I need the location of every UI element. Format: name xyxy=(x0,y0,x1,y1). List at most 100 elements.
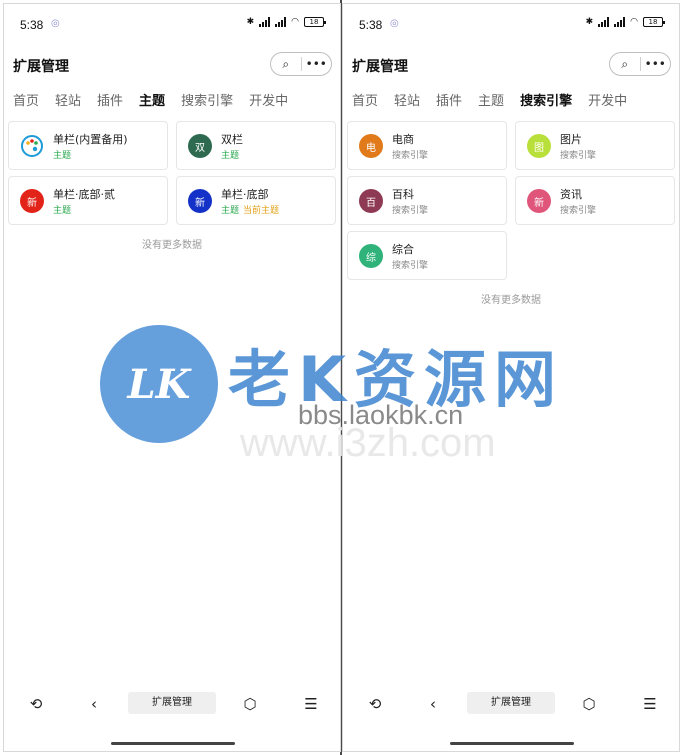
home-icon: ⬡ xyxy=(582,695,596,713)
search-button[interactable]: ⌕ xyxy=(610,53,640,75)
card-subtitle: 主题 xyxy=(53,151,72,161)
tab-in-development[interactable]: 开发中 xyxy=(249,90,288,114)
home-button[interactable]: ⬡ xyxy=(577,693,601,715)
theme-avatar: 新 xyxy=(188,189,212,213)
status-bar: 5:38 ◎ ✱ ◠ 18 xyxy=(4,4,340,44)
home-icon: ⬡ xyxy=(243,695,257,713)
tab-themes[interactable]: 主题 xyxy=(478,90,504,114)
back-button[interactable]: ‹ xyxy=(82,693,106,715)
search-icon: ⌕ xyxy=(282,56,290,71)
card-subtitle: 搜索引擎 xyxy=(560,206,597,216)
tab-home[interactable]: 首页 xyxy=(352,90,378,114)
card-subtitle: 主题 xyxy=(221,151,240,161)
signal-icon xyxy=(614,17,626,27)
phone-screen-search-engines: 5:38 ◎ ✱ ◠ 18 扩展管理 ⌕ ••• 首页 轻站 插件 主题 搜索引… xyxy=(342,3,680,752)
card-subtitle: 搜索引擎 xyxy=(392,261,429,271)
theme-avatar: 新 xyxy=(20,189,44,213)
tab-plugins[interactable]: 插件 xyxy=(436,90,462,114)
no-more-data-text: 没有更多数据 xyxy=(481,295,541,306)
tab-plugins[interactable]: 插件 xyxy=(97,90,123,114)
signal-icon xyxy=(598,17,610,27)
home-button[interactable]: ⬡ xyxy=(238,693,262,715)
engine-avatar: 图 xyxy=(527,134,551,158)
tab-home[interactable]: 首页 xyxy=(13,90,39,114)
phone-screen-themes: 5:38 ◎ ✱ ◠ 18 扩展管理 ⌕ ••• 首页 轻站 插件 主题 搜索引… xyxy=(3,3,341,752)
notification-icon: ◎ xyxy=(390,18,399,29)
back-icon: ‹ xyxy=(91,695,97,713)
card-title: 单栏·底部 xyxy=(221,188,269,201)
signal-icon xyxy=(259,17,271,27)
engine-avatar: 电 xyxy=(359,134,383,158)
search-engine-card[interactable]: 电 电商 搜索引擎 xyxy=(347,121,507,170)
theme-card[interactable]: 双 双栏 主题 xyxy=(176,121,336,170)
search-button[interactable]: ⌕ xyxy=(271,53,301,75)
card-title: 图片 xyxy=(560,133,582,146)
search-engine-card[interactable]: 新 资讯 搜索引擎 xyxy=(515,176,675,225)
page-title: 扩展管理 xyxy=(13,59,69,75)
card-title: 单栏·底部·贰 xyxy=(53,188,115,201)
app-header: 扩展管理 ⌕ ••• xyxy=(343,48,679,82)
battery-icon: 18 xyxy=(304,17,326,27)
tab-search-engines[interactable]: 搜索引擎 xyxy=(520,90,572,114)
current-app-label[interactable]: 扩展管理 xyxy=(467,692,555,714)
search-engine-card[interactable]: 百 百科 搜索引擎 xyxy=(347,176,507,225)
more-icon: ••• xyxy=(644,57,666,71)
card-subtitle: 主题 xyxy=(221,206,240,216)
menu-icon: ☰ xyxy=(304,695,318,713)
signal-icon xyxy=(275,17,287,27)
menu-icon: ☰ xyxy=(643,695,657,713)
tab-in-development[interactable]: 开发中 xyxy=(588,90,627,114)
wifi-icon: ◠ xyxy=(630,17,638,27)
theme-avatar: 双 xyxy=(188,134,212,158)
tab-light-site[interactable]: 轻站 xyxy=(55,90,81,114)
status-icons: ✱ ◠ 18 xyxy=(586,17,665,27)
search-engine-grid: 电 电商 搜索引擎 图 图片 搜索引擎 百 百科 搜索引擎 新 资讯 搜索引擎 … xyxy=(347,121,675,280)
card-subtitle-row: 主题 当前主题 xyxy=(221,203,279,216)
current-app-label[interactable]: 扩展管理 xyxy=(128,692,216,714)
menu-button[interactable]: ☰ xyxy=(638,693,662,715)
home-indicator[interactable] xyxy=(111,742,235,745)
wifi-icon: ◠ xyxy=(291,17,299,27)
back-button[interactable]: ‹ xyxy=(421,693,445,715)
engine-avatar: 百 xyxy=(359,189,383,213)
current-theme-badge: 当前主题 xyxy=(243,206,280,216)
app-header: 扩展管理 ⌕ ••• xyxy=(4,48,340,82)
theme-card[interactable]: 单栏(内置备用) 主题 xyxy=(8,121,168,170)
search-icon: ⌕ xyxy=(621,56,629,71)
engine-avatar: 综 xyxy=(359,244,383,268)
bluetooth-icon: ✱ xyxy=(246,17,255,27)
page-title: 扩展管理 xyxy=(352,59,408,75)
status-time: 5:38 xyxy=(359,18,383,32)
no-more-data-text: 没有更多数据 xyxy=(142,240,202,251)
status-time: 5:38 xyxy=(20,18,44,32)
card-title: 单栏(内置备用) xyxy=(53,133,128,146)
tab-bar: 首页 轻站 插件 主题 搜索引擎 开发中 xyxy=(4,90,340,114)
theme-card[interactable]: 新 单栏·底部·贰 主题 xyxy=(8,176,168,225)
theme-card[interactable]: 新 单栏·底部 主题 当前主题 xyxy=(176,176,336,225)
card-title: 百科 xyxy=(392,188,414,201)
search-engine-card[interactable]: 图 图片 搜索引擎 xyxy=(515,121,675,170)
capsule-menu: ⌕ ••• xyxy=(609,52,671,76)
status-bar: 5:38 ◎ ✱ ◠ 18 xyxy=(343,4,679,44)
card-title: 综合 xyxy=(392,243,414,256)
menu-button[interactable]: ☰ xyxy=(299,693,323,715)
card-subtitle: 搜索引擎 xyxy=(392,151,429,161)
card-title: 电商 xyxy=(392,133,414,146)
system-nav-bar: ⟲ ‹ 扩展管理 ⬡ ☰ xyxy=(4,689,340,751)
tab-light-site[interactable]: 轻站 xyxy=(394,90,420,114)
card-title: 双栏 xyxy=(221,133,243,146)
recent-apps-button[interactable]: ⟲ xyxy=(24,693,48,715)
more-icon: ••• xyxy=(305,57,327,71)
recent-apps-icon: ⟲ xyxy=(29,695,43,713)
tab-themes[interactable]: 主题 xyxy=(139,90,165,114)
search-engine-card[interactable]: 综 综合 搜索引擎 xyxy=(347,231,507,280)
more-button[interactable]: ••• xyxy=(640,53,670,75)
notification-icon: ◎ xyxy=(51,18,60,29)
card-subtitle: 搜索引擎 xyxy=(392,206,429,216)
recent-apps-button[interactable]: ⟲ xyxy=(363,693,387,715)
engine-avatar: 新 xyxy=(527,189,551,213)
recent-apps-icon: ⟲ xyxy=(368,695,382,713)
home-indicator[interactable] xyxy=(450,742,574,745)
tab-search-engines[interactable]: 搜索引擎 xyxy=(181,90,233,114)
more-button[interactable]: ••• xyxy=(301,53,331,75)
